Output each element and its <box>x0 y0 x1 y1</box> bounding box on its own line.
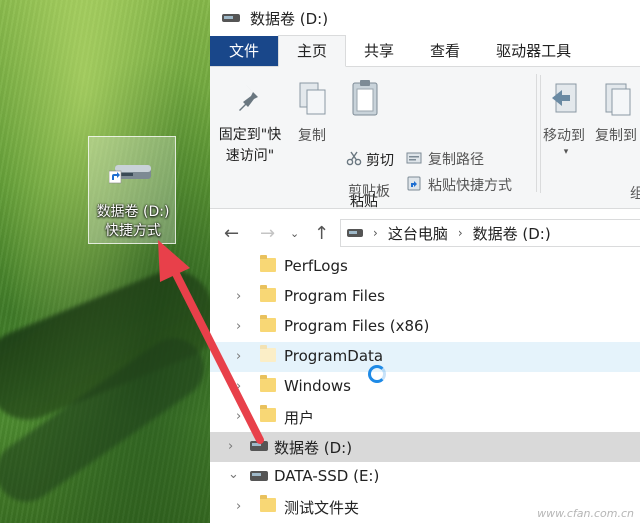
folder-icon <box>260 285 276 302</box>
desktop-background: 数据卷 (D:) 快捷方式 <box>0 0 210 523</box>
copy-icon <box>299 82 326 115</box>
breadcrumb-this-pc[interactable]: 这台电脑 <box>388 223 448 244</box>
folder-icon <box>260 345 276 362</box>
expand-chevron-icon[interactable]: › <box>228 439 233 454</box>
address-bar-area: ← → ⌄ ↑ › 这台电脑 › 数据卷 (D:) <box>210 209 640 257</box>
copy-to-button[interactable]: 复制到 <box>588 125 640 145</box>
breadcrumb-chevron-icon[interactable]: › <box>373 226 378 240</box>
folder-icon <box>260 315 276 332</box>
navigation-pane: PerfLogs › Program Files › Program Files… <box>210 252 640 522</box>
tree-item-program-files-x86[interactable]: › Program Files (x86) <box>210 312 640 342</box>
drive-shortcut-icon <box>109 165 151 184</box>
ribbon-tabs: 文件 主页 共享 查看 驱动器工具 <box>210 35 640 67</box>
tree-item-program-files[interactable]: › Program Files <box>210 282 640 312</box>
recent-locations-chevron-icon[interactable]: ⌄ <box>290 227 299 240</box>
group-separator <box>536 74 537 192</box>
ribbon-home: 固定到"快 速访问" 复制 粘贴 复制路径 粘贴快捷方式 移动到 ▾ 复制到 组 <box>210 67 640 210</box>
tab-file[interactable]: 文件 <box>210 36 279 66</box>
tab-view[interactable]: 查看 <box>412 36 478 66</box>
tree-item-perflogs[interactable]: PerfLogs <box>210 252 640 282</box>
tree-item-windows[interactable]: › Windows <box>210 372 640 402</box>
copy-to-icon <box>605 83 631 116</box>
folder-icon <box>260 405 276 422</box>
expand-chevron-icon[interactable]: › <box>236 289 241 304</box>
pin-icon <box>239 85 258 111</box>
title-bar: 数据卷 (D:) <box>210 0 640 36</box>
expand-chevron-icon[interactable]: › <box>236 499 241 514</box>
expand-chevron-icon[interactable]: › <box>236 409 241 424</box>
paste-shortcut-icon <box>407 176 421 191</box>
tree-item-users[interactable]: › 用户 <box>210 402 640 432</box>
pin-to-quick-access-button[interactable]: 固定到"快 速访问" <box>214 125 286 167</box>
copy-path-icon <box>406 152 422 164</box>
tree-item-data-ssd-e[interactable]: ⌄ DATA-SSD (E:) <box>210 462 640 492</box>
desktop-shortcut-d-drive[interactable]: 数据卷 (D:) 快捷方式 <box>88 136 176 244</box>
breadcrumb-data-volume[interactable]: 数据卷 (D:) <box>473 223 551 244</box>
move-to-icon <box>552 83 577 113</box>
window-title: 数据卷 (D:) <box>250 9 329 28</box>
paste-icon <box>352 80 378 116</box>
paste-shortcut-button[interactable]: 粘贴快捷方式 <box>428 175 512 195</box>
move-to-button[interactable]: 移动到 <box>536 125 592 145</box>
folder-icon <box>260 495 276 512</box>
clipboard-group-label: 剪贴板 <box>348 184 390 200</box>
up-button[interactable]: ↑ <box>314 223 329 244</box>
busy-cursor-icon <box>368 365 386 383</box>
cut-button[interactable]: 剪切 <box>366 150 394 170</box>
drive-icon <box>250 471 268 481</box>
shortcut-label: 数据卷 (D:) 快捷方式 <box>96 204 170 239</box>
tab-home[interactable]: 主页 <box>278 35 347 67</box>
tab-share[interactable]: 共享 <box>346 36 412 66</box>
scissors-icon <box>346 151 362 166</box>
watermark: www.cfan.com.cn <box>537 507 634 520</box>
back-button[interactable]: ← <box>224 223 239 244</box>
breadcrumb-chevron-icon[interactable]: › <box>458 226 463 240</box>
tree-item-data-volume-d[interactable]: › 数据卷 (D:) <box>210 432 640 462</box>
drive-icon <box>347 229 363 237</box>
copy-path-button[interactable]: 复制路径 <box>428 149 484 169</box>
tree-item-programdata[interactable]: › ProgramData <box>210 342 640 372</box>
forward-button[interactable]: → <box>260 223 275 244</box>
copy-button[interactable]: 复制 <box>294 125 330 145</box>
drive-icon <box>250 441 268 451</box>
expand-chevron-icon[interactable]: › <box>236 379 241 394</box>
folder-icon <box>260 255 276 272</box>
drive-icon <box>222 14 240 22</box>
file-explorer-window: 数据卷 (D:) 文件 主页 共享 查看 驱动器工具 固定到"快 速访问" 复制… <box>210 0 640 523</box>
folder-icon <box>260 375 276 392</box>
expand-chevron-icon[interactable]: › <box>236 349 241 364</box>
address-input[interactable]: › 这台电脑 › 数据卷 (D:) <box>340 219 640 247</box>
expand-chevron-icon[interactable]: › <box>236 319 241 334</box>
move-to-dropdown-icon[interactable]: ▾ <box>546 147 586 157</box>
tab-drive-tools[interactable]: 驱动器工具 <box>478 36 589 66</box>
organize-group-label: 组 <box>630 186 640 202</box>
collapse-chevron-icon[interactable]: ⌄ <box>228 467 239 482</box>
